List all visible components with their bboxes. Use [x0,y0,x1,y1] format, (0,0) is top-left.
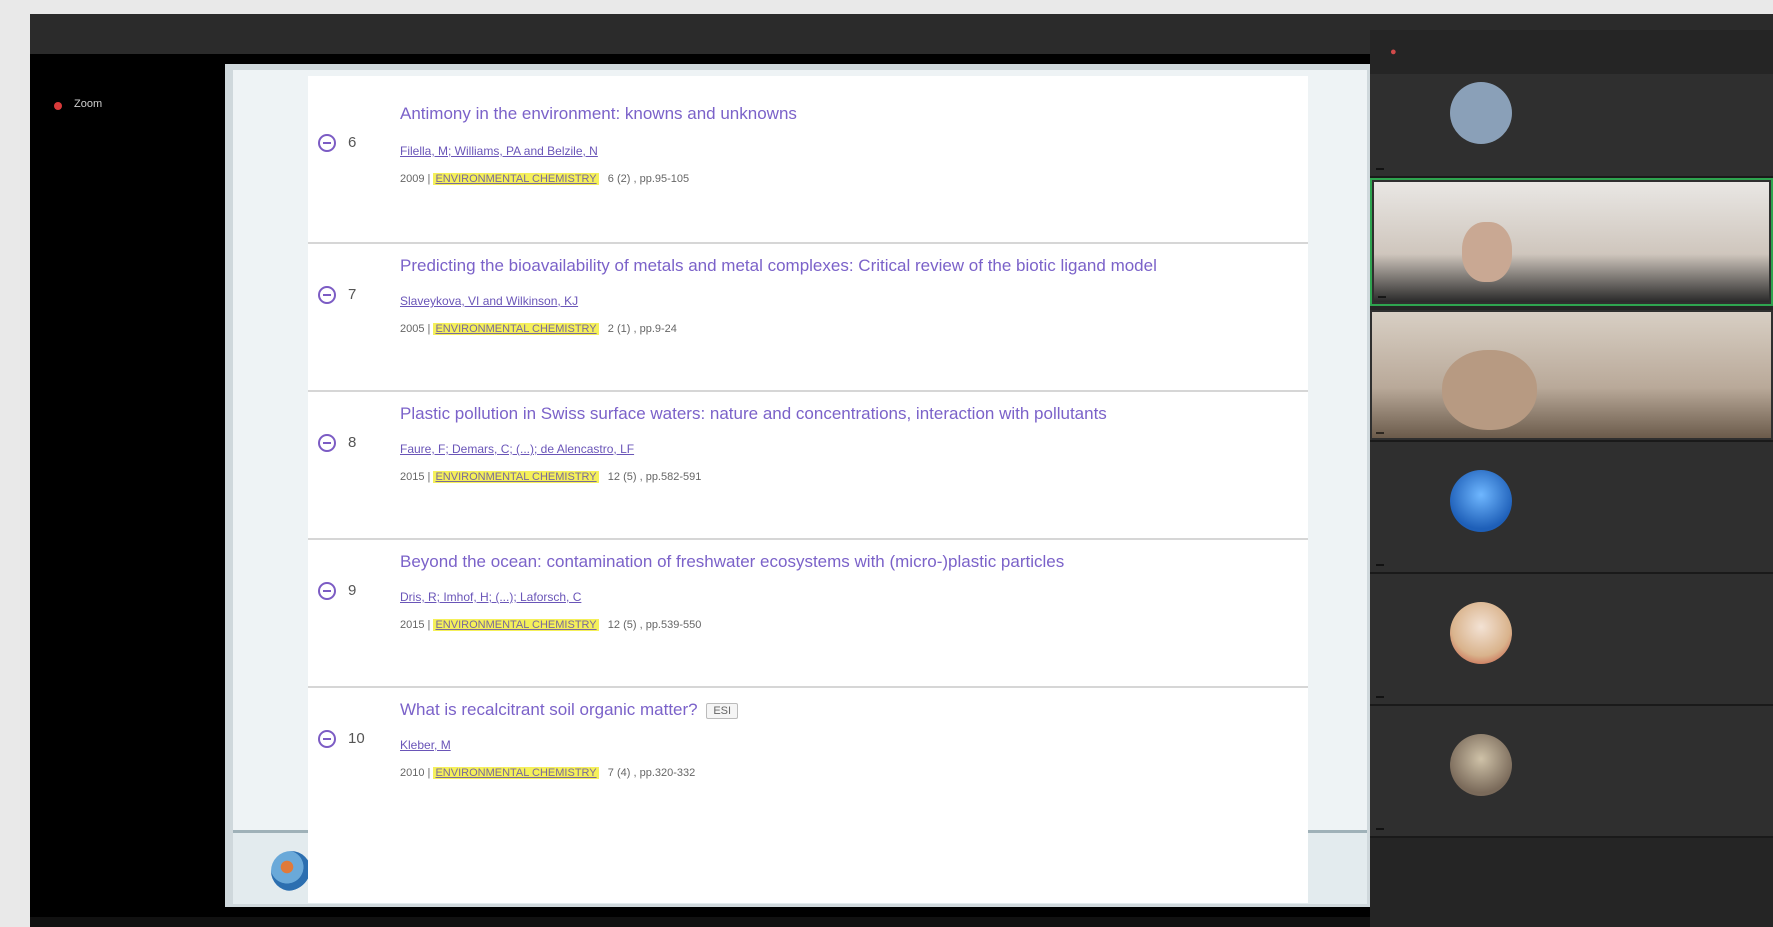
result-meta: 2005 | ENVIRONMENTAL CHEMISTRY 2 (1) , p… [400,323,677,335]
result-title-link[interactable]: Predicting the bioavailability of metals… [400,256,1300,276]
result-year: 2010 [400,767,425,779]
participants-panel: ● [1370,30,1773,927]
participant-tile[interactable] [1370,442,1773,574]
result-meta: 2015 | ENVIRONMENTAL CHEMISTRY 12 (5) , … [400,471,702,483]
result-title-link[interactable]: What is recalcitrant soil organic matter… [400,700,1300,720]
participant-name [1376,696,1384,698]
result-journal-link[interactable]: ENVIRONMENTAL CHEMISTRY [433,173,599,185]
participant-tile[interactable] [1370,706,1773,838]
result-authors-link[interactable]: Filella, M; Williams, PA and Belzile, N [400,144,598,158]
recording-label: Zoom [74,98,103,110]
collapse-icon[interactable] [318,286,336,304]
avatar [1450,82,1512,144]
result-authors-link[interactable]: Slaveykova, VI and Wilkinson, KJ [400,294,578,308]
result-index: 8 [348,434,357,451]
shared-screen-stage: Zoom 6 Antimony in the environment: know… [30,54,1540,917]
results-list: 6 Antimony in the environment: knowns an… [308,76,1308,903]
result-journal-link[interactable]: ENVIRONMENTAL CHEMISTRY [433,471,599,483]
person-face-icon [1462,222,1512,282]
participant-video [1372,312,1771,438]
participants-header: ● [1370,30,1773,74]
participant-video [1374,182,1769,302]
result-journal-link[interactable]: ENVIRONMENTAL CHEMISTRY [433,767,599,779]
result-journal-link[interactable]: ENVIRONMENTAL CHEMISTRY [433,323,599,335]
result-journal-link[interactable]: ENVIRONMENTAL CHEMISTRY [433,619,599,631]
result-index: 6 [348,134,357,151]
result-index: 7 [348,286,357,303]
participant-tile[interactable] [1370,74,1773,178]
participant-name [1378,296,1386,298]
result-item: 10 What is recalcitrant soil organic mat… [308,668,1308,834]
result-meta: 2015 | ENVIRONMENTAL CHEMISTRY 12 (5) , … [400,619,702,631]
result-authors-link[interactable]: Dris, R; Imhof, H; (...); Laforsch, C [400,590,581,604]
participant-name [1376,828,1384,830]
result-year: 2015 [400,471,425,483]
avatar [1450,470,1512,532]
person-face-icon [1442,350,1537,430]
muted-mic-icon: ● [1390,46,1397,58]
result-year: 2005 [400,323,425,335]
recording-indicator-icon [54,102,62,110]
participant-tile[interactable] [1370,310,1773,442]
result-title-link[interactable]: Antimony in the environment: knowns and … [400,104,1300,124]
result-item: 6 Antimony in the environment: knowns an… [308,76,1308,244]
result-year: 2015 [400,619,425,631]
result-meta: 2009 | ENVIRONMENTAL CHEMISTRY 6 (2) , p… [400,173,690,185]
shared-screen: 6 Antimony in the environment: knowns an… [225,64,1375,907]
result-meta: 2010 | ENVIRONMENTAL CHEMISTRY 7 (4) , p… [400,767,696,779]
result-title-text: What is recalcitrant soil organic matter… [400,700,698,719]
highly-cited-badge: ESI [706,702,739,719]
result-volume: 7 (4) , pp.320-332 [607,767,696,779]
result-volume: 2 (1) , pp.9-24 [607,323,677,335]
shared-webpage: 6 Antimony in the environment: knowns an… [233,70,1367,904]
result-authors-link[interactable]: Kleber, M [400,738,451,752]
participant-tile-speaking[interactable] [1370,178,1773,306]
result-index: 9 [348,582,357,599]
collapse-icon[interactable] [318,582,336,600]
result-title-link[interactable]: Beyond the ocean: contamination of fresh… [400,552,1300,572]
result-item: 9 Beyond the ocean: contamination of fre… [308,520,1308,688]
result-authors-link[interactable]: Faure, F; Demars, C; (...); de Alencastr… [400,442,634,456]
participant-tile[interactable] [1370,574,1773,706]
result-volume: 12 (5) , pp.582-591 [607,471,702,483]
collapse-icon[interactable] [318,434,336,452]
collapse-icon[interactable] [318,134,336,152]
result-item: 8 Plastic pollution in Swiss surface wat… [308,372,1308,540]
result-item: 7 Predicting the bioavailability of meta… [308,224,1308,392]
collapse-icon[interactable] [318,730,336,748]
result-year: 2009 [400,173,425,185]
site-logo-icon [271,851,311,891]
result-title-link[interactable]: Plastic pollution in Swiss surface water… [400,404,1300,424]
avatar [1450,602,1512,664]
result-volume: 12 (5) , pp.539-550 [607,619,702,631]
participant-name [1376,564,1384,566]
avatar [1450,734,1512,796]
participant-name [1376,168,1384,170]
meeting-window: Zoom 6 Antimony in the environment: know… [30,14,1773,927]
result-index: 10 [348,730,365,747]
result-volume: 6 (2) , pp.95-105 [607,173,690,185]
participant-name [1376,432,1384,434]
meeting-bottom-bar [30,917,1370,927]
